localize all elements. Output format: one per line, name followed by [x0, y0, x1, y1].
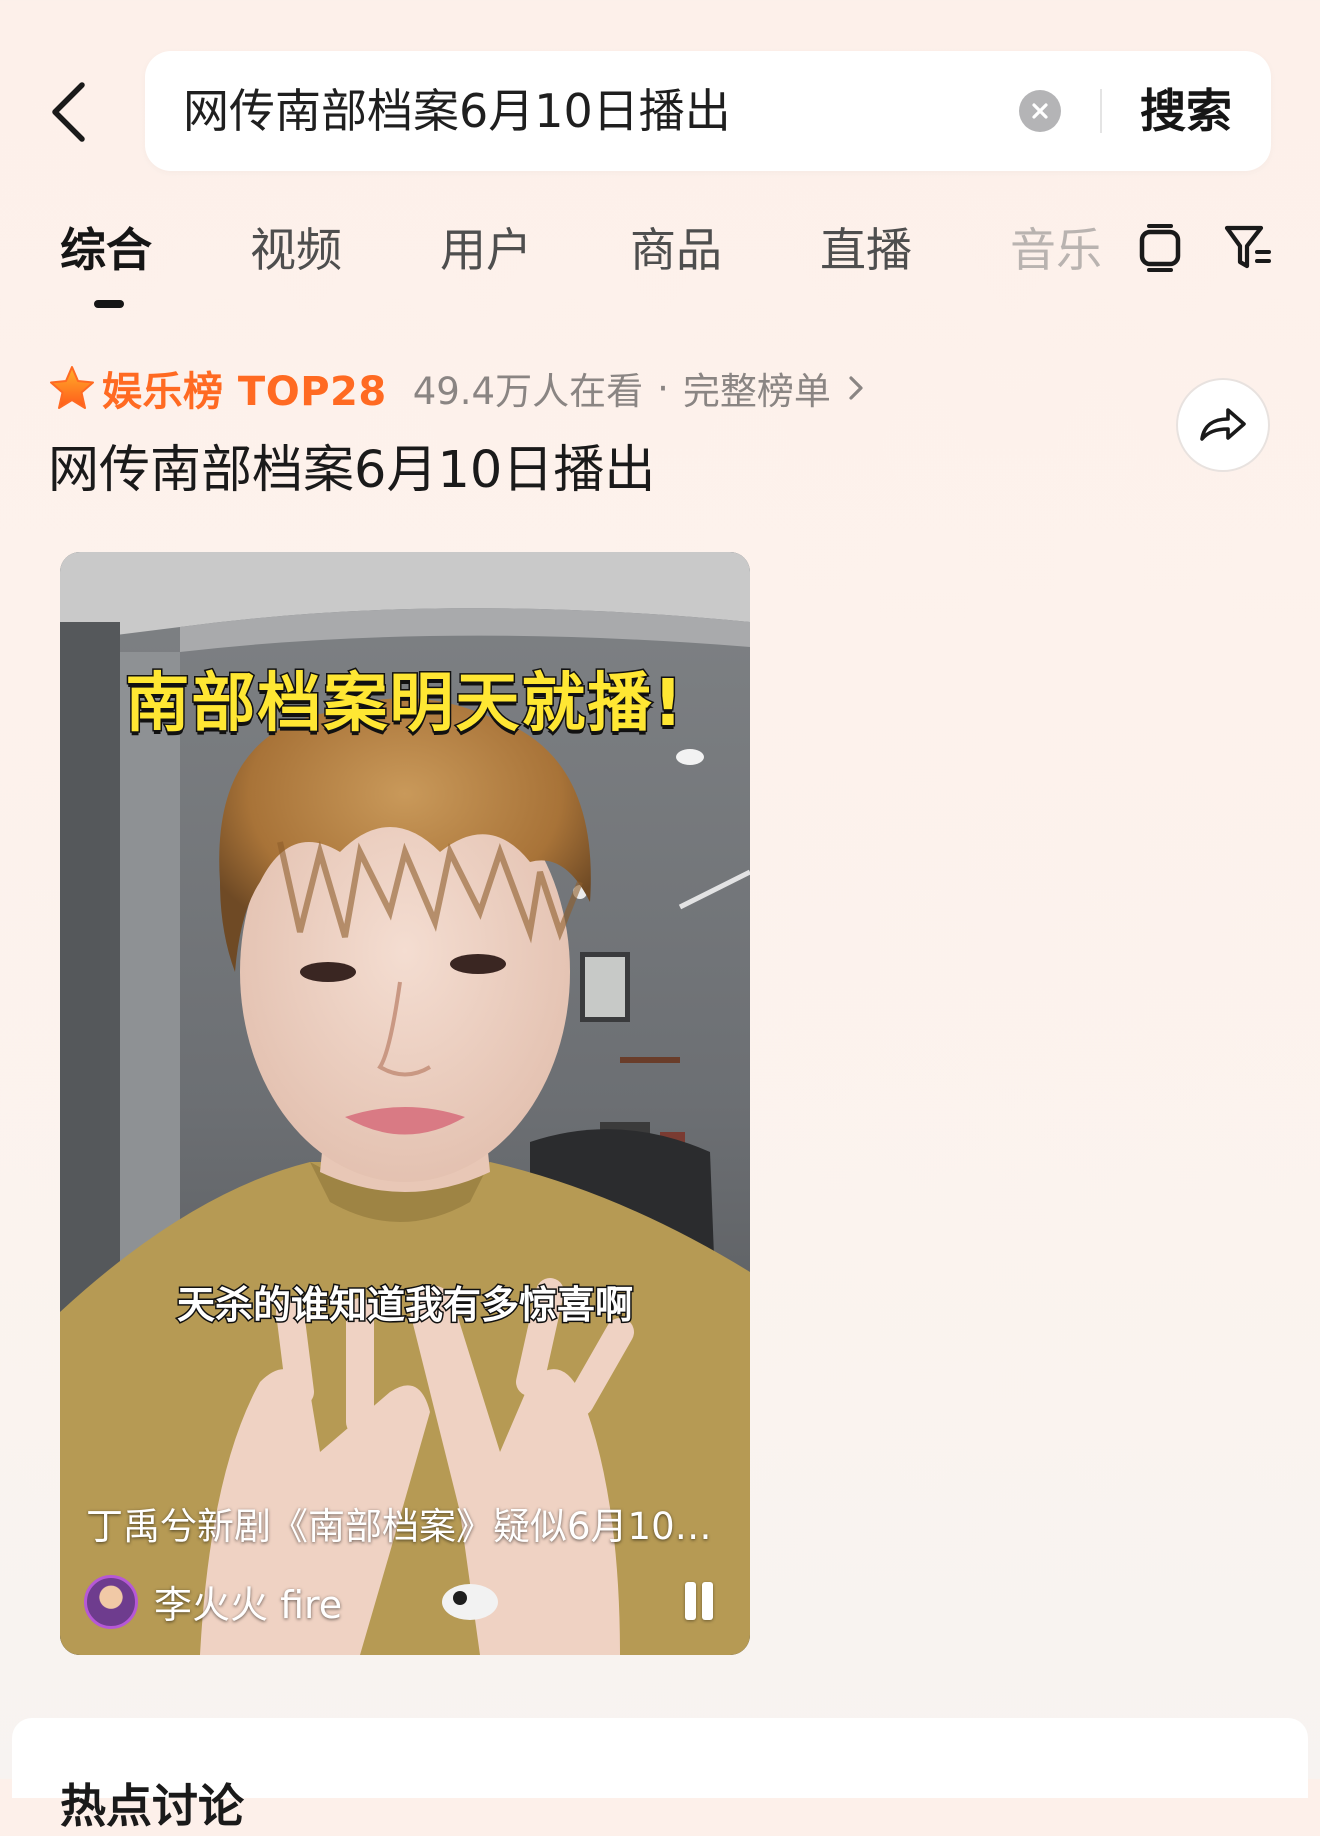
filter-icon	[1224, 225, 1271, 269]
tab-video[interactable]: 视频	[250, 222, 342, 278]
tab-comprehensive[interactable]: 综合	[60, 222, 152, 278]
meta-separator: ·	[657, 366, 669, 410]
viewer-count: 49.4万人在看	[412, 370, 644, 413]
video-subtitle: 天杀的谁知道我有多惊喜啊	[175, 1282, 634, 1329]
author-name[interactable]: 李火火 fire	[154, 1574, 342, 1629]
clear-circle-icon	[1032, 103, 1048, 119]
hot-discussion-section: 热点讨论	[12, 1718, 1308, 1833]
video-caption: 丁禹兮新剧《南部档案》疑似6月10日播出	[86, 1505, 726, 1548]
video-headline: 南部档案明天就播!	[124, 666, 685, 743]
search-input[interactable]: 网传南部档案6月10日播出	[183, 51, 731, 171]
search-divider	[1100, 89, 1102, 133]
tab-users[interactable]: 用户	[440, 222, 532, 278]
ranking-badge: 娱乐榜 TOP28	[102, 369, 387, 415]
section-title: 热点讨论	[60, 1779, 244, 1833]
active-tab-indicator	[94, 300, 124, 308]
avatar[interactable]	[84, 1574, 138, 1629]
filter-button[interactable]	[1222, 220, 1274, 276]
pause-icon	[685, 1582, 696, 1620]
clear-search-button[interactable]	[1019, 90, 1061, 132]
tab-music[interactable]: 音乐	[1010, 222, 1102, 278]
video-card[interactable]: 南部档案明天就播! 天杀的谁知道我有多惊喜啊 丁禹兮新剧《南部档案》疑似6月10…	[60, 552, 750, 1655]
video-author[interactable]: 李火火 fire	[84, 1574, 342, 1629]
full-list-link[interactable]: 完整榜单	[683, 361, 869, 415]
layout-toggle-button[interactable]	[1134, 220, 1186, 276]
page-title: 网传南部档案6月10日播出	[48, 441, 656, 500]
pause-button[interactable]	[677, 1578, 719, 1624]
share-button[interactable]	[1176, 378, 1270, 472]
full-list-label: 完整榜单	[682, 370, 831, 413]
pause-icon-bar	[702, 1582, 713, 1620]
layout-toggle-icon	[1139, 224, 1181, 272]
tab-products[interactable]: 商品	[630, 222, 722, 278]
chevron-right-icon	[849, 376, 863, 400]
ranking-line: 娱乐榜 TOP28 49.4万人在看 · 完整榜单	[48, 361, 869, 415]
tab-live[interactable]: 直播	[820, 222, 912, 278]
chevron-left-icon	[52, 82, 85, 142]
star-icon	[50, 366, 94, 409]
share-arrow-icon	[1200, 408, 1246, 441]
search-box[interactable]: 网传南部档案6月10日播出 搜索	[145, 51, 1271, 171]
back-button[interactable]	[40, 74, 96, 150]
search-submit-button[interactable]: 搜索	[1140, 51, 1232, 171]
